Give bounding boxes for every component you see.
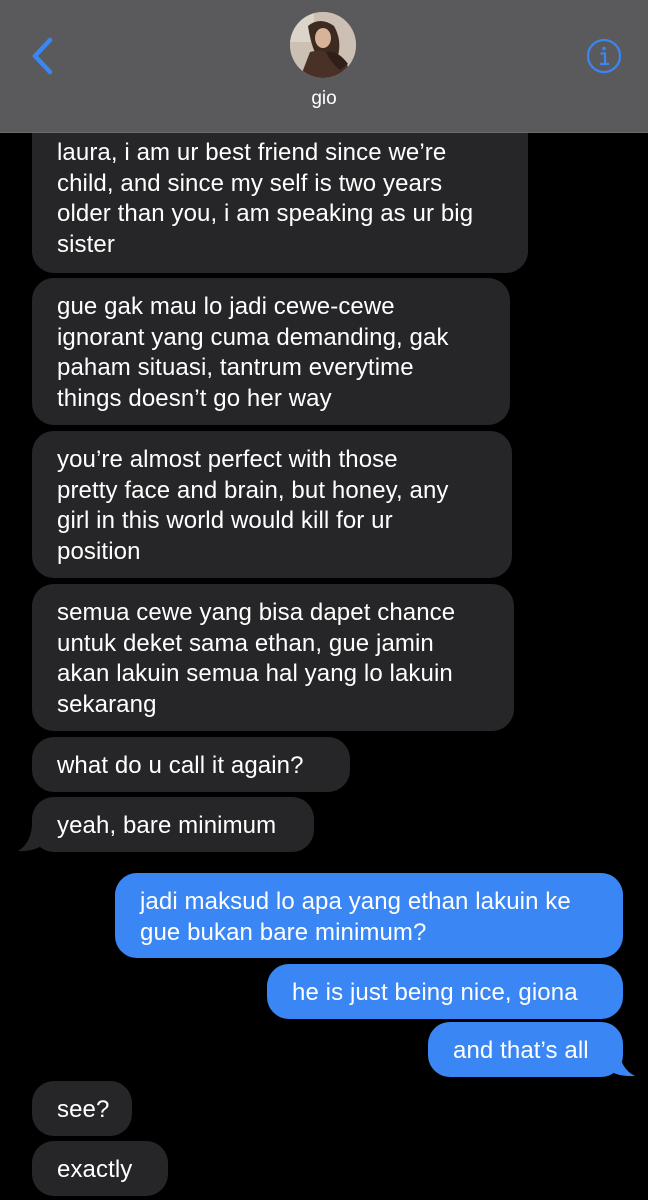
outgoing-message[interactable]: and that’s all — [428, 1022, 623, 1077]
incoming-message[interactable]: see? — [32, 1081, 132, 1136]
incoming-message[interactable]: you’re almost perfect with those pretty … — [32, 431, 512, 578]
incoming-message[interactable]: what do u call it again? — [32, 737, 350, 792]
outgoing-message[interactable]: jadi maksud lo apa yang ethan lakuin ke … — [115, 873, 623, 958]
back-button[interactable] — [26, 34, 62, 78]
outgoing-bubble-tail — [607, 1051, 635, 1077]
incoming-message[interactable]: gue gak mau lo jadi cewe-cewe ignorant y… — [32, 278, 510, 425]
message-thread[interactable]: laura, i am ur best friend since we’re c… — [0, 0, 648, 1200]
info-icon — [586, 38, 622, 74]
incoming-message[interactable]: semua cewe yang bisa dapet chance untuk … — [32, 584, 514, 731]
info-button[interactable] — [586, 38, 622, 74]
chevron-left-icon — [32, 37, 53, 75]
avatar-photo — [290, 12, 356, 78]
incoming-message[interactable]: exactly — [32, 1141, 168, 1196]
incoming-message[interactable]: yeah, bare minimum — [32, 797, 314, 852]
outgoing-message[interactable]: he is just being nice, giona — [267, 964, 623, 1019]
incoming-message[interactable]: laura, i am ur best friend since we’re c… — [32, 124, 528, 273]
conversation-header: gio — [0, 0, 648, 133]
contact-name[interactable]: gio — [0, 88, 648, 110]
incoming-bubble-tail — [18, 826, 44, 852]
contact-avatar[interactable] — [290, 12, 356, 78]
